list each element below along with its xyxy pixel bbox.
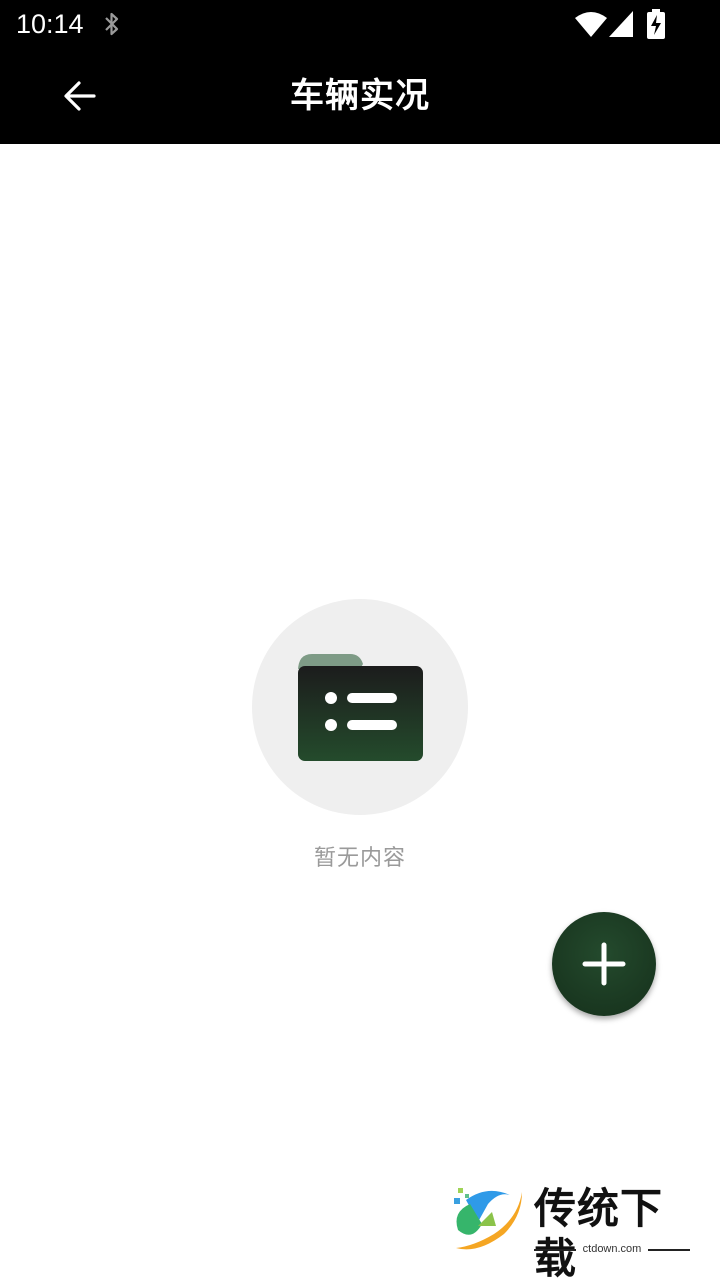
empty-state-message: 暂无内容 (313, 846, 406, 871)
bluetooth-icon (105, 12, 119, 36)
watermark: 传统下载 ctdown.com (448, 1182, 698, 1283)
watermark-name: 传统下载 (534, 1184, 664, 1283)
battery-charging-icon (647, 9, 665, 39)
page-title: 车辆实况 (290, 76, 430, 116)
folder-list-icon (298, 654, 423, 761)
signal-icon (609, 11, 633, 37)
wifi-icon (575, 12, 607, 37)
arrow-left-icon (64, 81, 96, 111)
back-button[interactable] (52, 68, 108, 124)
status-time: 10:14 (16, 9, 84, 39)
app-bar: 车辆实况 (0, 48, 720, 144)
add-button[interactable] (552, 912, 656, 1016)
empty-state-illustration (252, 599, 468, 815)
status-bar: 10:14 (0, 0, 720, 48)
plus-icon (582, 942, 626, 986)
watermark-line-right (648, 1249, 690, 1251)
watermark-logo (454, 1188, 522, 1250)
